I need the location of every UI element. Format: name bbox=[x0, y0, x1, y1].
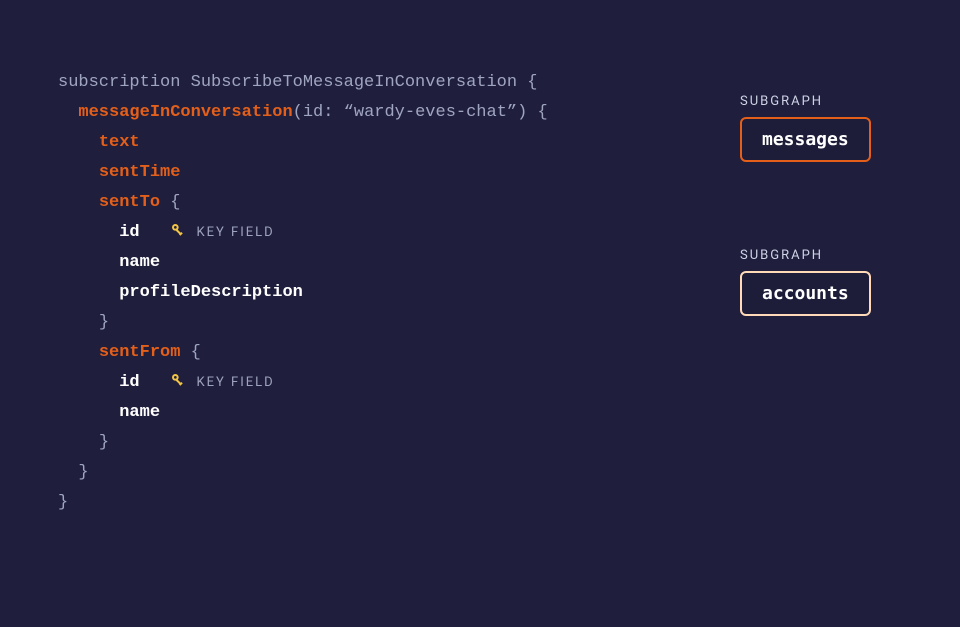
arg-name: id bbox=[303, 103, 323, 122]
field-profileDescription: profileDescription bbox=[119, 283, 303, 302]
operation-name: SubscribeToMessageInConversation bbox=[191, 73, 517, 92]
subgraph-messages-text: messages bbox=[762, 129, 849, 150]
keyword-subscription: subscription bbox=[58, 73, 180, 92]
key-icon bbox=[170, 370, 186, 400]
subgraph-accounts-box: accounts bbox=[740, 271, 871, 316]
subgraph-accounts-text: accounts bbox=[762, 283, 849, 304]
field-id: id bbox=[119, 223, 139, 242]
subgraph-label-2: SUBGRAPH bbox=[740, 248, 871, 263]
field-name-2: name bbox=[119, 403, 160, 422]
field-sentTo: sentTo bbox=[99, 193, 160, 212]
field-sentTime: sentTime bbox=[99, 163, 181, 182]
subgraph-label: SUBGRAPH bbox=[740, 94, 871, 109]
field-text: text bbox=[99, 133, 140, 152]
subgraph-messages-box: messages bbox=[740, 117, 871, 162]
key-field-label: KEY FIELD bbox=[196, 225, 274, 240]
field-sentFrom: sentFrom bbox=[99, 343, 181, 362]
field-messageInConversation: messageInConversation bbox=[78, 103, 292, 122]
graphql-query: subscription SubscribeToMessageInConvers… bbox=[58, 68, 548, 518]
key-icon bbox=[170, 220, 186, 250]
key-field-label-2: KEY FIELD bbox=[196, 375, 274, 390]
field-name: name bbox=[119, 253, 160, 272]
subgraph-accounts-block: SUBGRAPH accounts bbox=[740, 248, 871, 316]
field-id-2: id bbox=[119, 373, 139, 392]
subgraph-messages-block: SUBGRAPH messages bbox=[740, 94, 871, 162]
arg-value: “wardy-eves-chat” bbox=[344, 103, 517, 122]
